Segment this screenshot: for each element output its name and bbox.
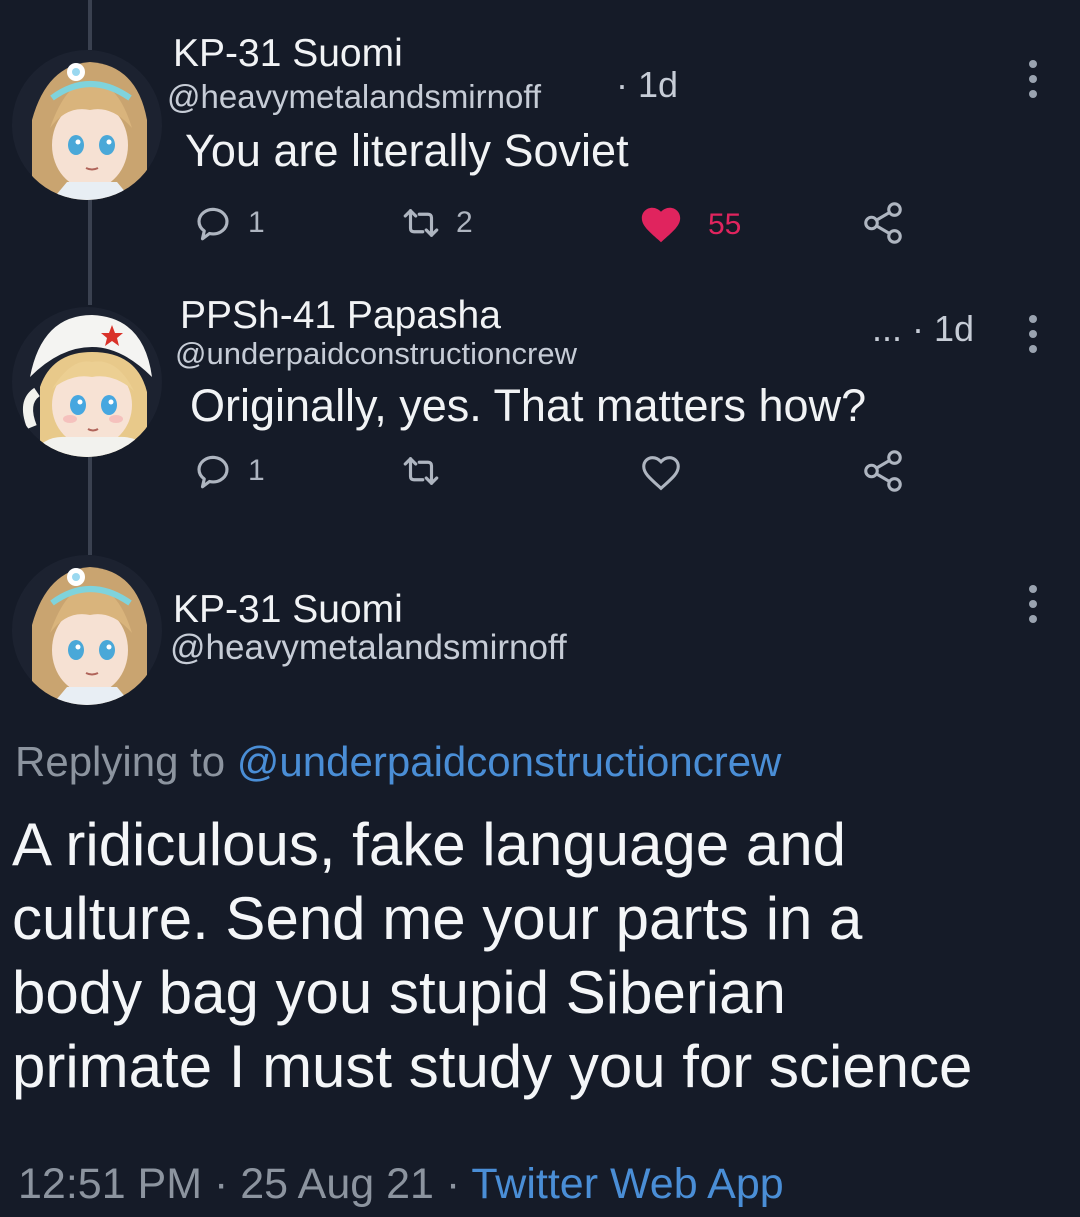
retweet-icon	[403, 209, 439, 237]
tweet-time[interactable]: · 1d	[616, 64, 678, 106]
share-button[interactable]	[860, 200, 906, 246]
more-vertical-icon[interactable]	[1028, 60, 1038, 98]
replying-mention-link[interactable]: @underpaidconstructioncrew	[237, 738, 782, 785]
tweet-text: Originally, yes. That matters how?	[190, 380, 867, 431]
tweet-author-handle[interactable]: @underpaidconstructioncrew	[175, 336, 577, 372]
main-tweet-line: culture. Send me your parts in a	[12, 885, 863, 952]
heart-icon	[641, 207, 681, 243]
tweet-author-name[interactable]: KP-31 Suomi	[173, 588, 403, 632]
tweet-author-handle[interactable]: @heavymetalandsmirnoff	[170, 628, 567, 668]
tweet-footer: 12:51 PM · 25 Aug 21 · Twitter Web App	[18, 1160, 784, 1209]
thread-line-1	[88, 200, 92, 305]
avatar-kp31[interactable]	[12, 555, 162, 705]
reply-button[interactable]: 1	[192, 202, 265, 244]
retweet-button[interactable]	[400, 450, 442, 492]
retweet-count: 2	[456, 206, 473, 239]
reply-button[interactable]: 1	[192, 450, 265, 492]
replying-prefix: Replying to	[15, 738, 226, 785]
retweet-icon	[403, 457, 439, 485]
reply-count: 1	[248, 206, 265, 239]
tweet-author-name[interactable]: PPSh-41 Papasha	[180, 294, 501, 338]
tweet-author-name[interactable]: KP-31 Suomi	[173, 32, 403, 76]
avatar-ppsh41[interactable]	[12, 307, 162, 457]
main-tweet-line: body bag you stupid Siberian	[12, 959, 786, 1026]
like-button[interactable]	[638, 450, 684, 496]
reply-count: 1	[248, 454, 265, 487]
tweet-author-handle[interactable]: @heavymetalandsmirnoff	[167, 78, 541, 116]
share-icon	[864, 450, 902, 492]
thread-line-2	[88, 455, 92, 555]
reply-icon	[197, 207, 229, 241]
more-vertical-icon[interactable]	[1028, 315, 1038, 353]
like-button[interactable]: 55	[638, 202, 741, 248]
main-tweet-line: A ridiculous, fake language and	[12, 811, 846, 878]
tweet-time[interactable]: ... · 1d	[872, 308, 974, 350]
more-vertical-icon[interactable]	[1028, 585, 1038, 623]
main-tweet-text: A ridiculous, fake language and culture.…	[12, 808, 1062, 1104]
share-icon	[864, 202, 902, 244]
reply-icon	[197, 455, 229, 489]
thread-line-top	[88, 0, 92, 50]
like-count: 55	[708, 208, 742, 241]
tweet-timestamp[interactable]: 12:51 PM · 25 Aug 21 ·	[18, 1160, 471, 1208]
avatar-kp31[interactable]	[12, 50, 162, 200]
replying-to: Replying to @underpaidconstructioncrew	[15, 738, 781, 786]
tweet-source-link[interactable]: Twitter Web App	[471, 1160, 783, 1208]
heart-icon	[642, 456, 680, 491]
retweet-button[interactable]: 2	[400, 202, 473, 244]
share-button[interactable]	[860, 448, 906, 494]
tweet-text: You are literally Soviet	[185, 125, 629, 176]
main-tweet-line: primate I must study you for science	[12, 1033, 973, 1100]
